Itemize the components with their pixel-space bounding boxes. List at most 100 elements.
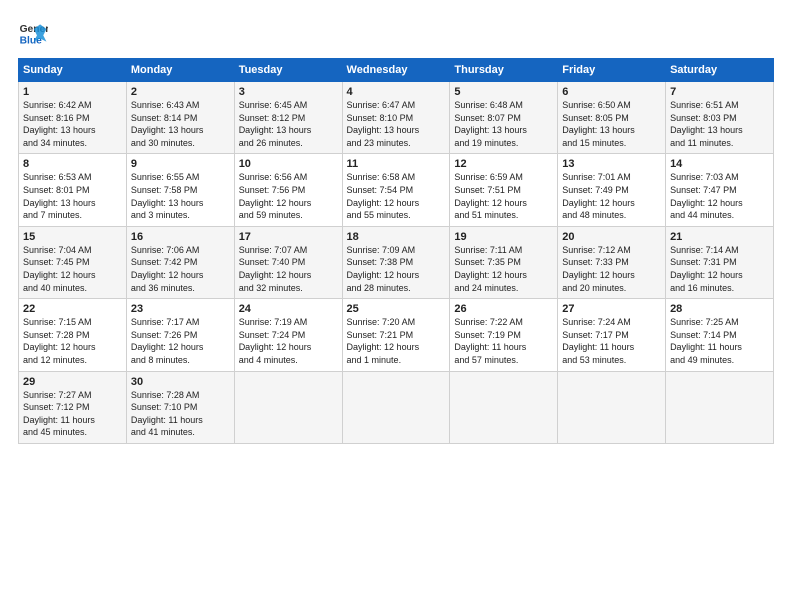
cell-1-3: 3 Sunrise: 6:45 AMSunset: 8:12 PMDaylight… xyxy=(234,82,342,154)
col-header-sunday: Sunday xyxy=(19,59,127,82)
cell-2-6: 13 Sunrise: 7:01 AMSunset: 7:49 PMDayligh… xyxy=(558,154,666,226)
cell-content: Sunrise: 7:15 AMSunset: 7:28 PMDaylight:… xyxy=(23,317,96,365)
cell-content: Sunrise: 7:01 AMSunset: 7:49 PMDaylight:… xyxy=(562,172,635,220)
day-number: 12 xyxy=(454,158,553,170)
col-header-saturday: Saturday xyxy=(666,59,774,82)
cell-2-5: 12 Sunrise: 6:59 AMSunset: 7:51 PMDayligh… xyxy=(450,154,558,226)
cell-content: Sunrise: 6:45 AMSunset: 8:12 PMDaylight:… xyxy=(239,100,312,148)
cell-1-2: 2 Sunrise: 6:43 AMSunset: 8:14 PMDaylight… xyxy=(126,82,234,154)
cell-content: Sunrise: 7:11 AMSunset: 7:35 PMDaylight:… xyxy=(454,245,527,293)
day-number: 26 xyxy=(454,303,553,315)
day-number: 6 xyxy=(562,86,661,98)
cell-4-5: 26 Sunrise: 7:22 AMSunset: 7:19 PMDayligh… xyxy=(450,299,558,371)
day-number: 8 xyxy=(23,158,122,170)
day-number: 21 xyxy=(670,231,769,243)
day-number: 28 xyxy=(670,303,769,315)
cell-5-2: 30 Sunrise: 7:28 AMSunset: 7:10 PMDayligh… xyxy=(126,371,234,443)
day-number: 25 xyxy=(347,303,446,315)
day-number: 24 xyxy=(239,303,338,315)
cell-content: Sunrise: 6:47 AMSunset: 8:10 PMDaylight:… xyxy=(347,100,420,148)
cell-content: Sunrise: 6:43 AMSunset: 8:14 PMDaylight:… xyxy=(131,100,204,148)
cell-5-3 xyxy=(234,371,342,443)
cell-3-4: 18Sunrise: 7:09 AMSunset: 7:38 PMDayligh… xyxy=(342,226,450,298)
cell-content: Sunrise: 7:20 AMSunset: 7:21 PMDaylight:… xyxy=(347,317,420,365)
day-number: 29 xyxy=(23,376,122,388)
cell-content: Sunrise: 7:17 AMSunset: 7:26 PMDaylight:… xyxy=(131,317,204,365)
cell-5-6 xyxy=(558,371,666,443)
cell-content: Sunrise: 6:48 AMSunset: 8:07 PMDaylight:… xyxy=(454,100,527,148)
cell-3-7: 21 Sunrise: 7:14 AMSunset: 7:31 PMDayligh… xyxy=(666,226,774,298)
day-number: 10 xyxy=(239,158,338,170)
cell-1-1: 1 Sunrise: 6:42 AMSunset: 8:16 PMDaylight… xyxy=(19,82,127,154)
cell-content: Sunrise: 6:59 AMSunset: 7:51 PMDaylight:… xyxy=(454,172,527,220)
cell-4-4: 25 Sunrise: 7:20 AMSunset: 7:21 PMDayligh… xyxy=(342,299,450,371)
cell-5-5 xyxy=(450,371,558,443)
cell-4-7: 28 Sunrise: 7:25 AMSunset: 7:14 PMDayligh… xyxy=(666,299,774,371)
day-number: 20 xyxy=(562,231,661,243)
header-row: SundayMondayTuesdayWednesdayThursdayFrid… xyxy=(19,59,774,82)
day-number: 11 xyxy=(347,158,446,170)
day-number: 13 xyxy=(562,158,661,170)
cell-2-3: 10 Sunrise: 6:56 AMSunset: 7:56 PMDayligh… xyxy=(234,154,342,226)
week-row-4: 22 Sunrise: 7:15 AMSunset: 7:28 PMDayligh… xyxy=(19,299,774,371)
day-number: 22 xyxy=(23,303,122,315)
day-number: 15 xyxy=(23,231,122,243)
day-number: 3 xyxy=(239,86,338,98)
cell-3-5: 19Sunrise: 7:11 AMSunset: 7:35 PMDayligh… xyxy=(450,226,558,298)
cell-5-4 xyxy=(342,371,450,443)
day-number: 7 xyxy=(670,86,769,98)
col-header-thursday: Thursday xyxy=(450,59,558,82)
cell-1-4: 4 Sunrise: 6:47 AMSunset: 8:10 PMDaylight… xyxy=(342,82,450,154)
cell-content: Sunrise: 7:03 AMSunset: 7:47 PMDaylight:… xyxy=(670,172,743,220)
cell-content: Sunrise: 7:25 AMSunset: 7:14 PMDaylight:… xyxy=(670,317,742,365)
cell-content: Sunrise: 6:55 AMSunset: 7:58 PMDaylight:… xyxy=(131,172,204,220)
col-header-wednesday: Wednesday xyxy=(342,59,450,82)
cell-3-2: 16 Sunrise: 7:06 AMSunset: 7:42 PMDayligh… xyxy=(126,226,234,298)
day-number: 4 xyxy=(347,86,446,98)
col-header-tuesday: Tuesday xyxy=(234,59,342,82)
cell-content: Sunrise: 6:53 AMSunset: 8:01 PMDaylight:… xyxy=(23,172,96,220)
cell-3-3: 17 Sunrise: 7:07 AMSunset: 7:40 PMDayligh… xyxy=(234,226,342,298)
logo: General Blue xyxy=(18,18,48,48)
cell-2-2: 9Sunrise: 6:55 AMSunset: 7:58 PMDaylight… xyxy=(126,154,234,226)
week-row-5: 29 Sunrise: 7:27 AMSunset: 7:12 PMDayligh… xyxy=(19,371,774,443)
cell-4-6: 27Sunrise: 7:24 AMSunset: 7:17 PMDayligh… xyxy=(558,299,666,371)
day-number: 30 xyxy=(131,376,230,388)
cell-content: Sunrise: 7:06 AMSunset: 7:42 PMDaylight:… xyxy=(131,245,204,293)
cell-1-6: 6Sunrise: 6:50 AMSunset: 8:05 PMDaylight… xyxy=(558,82,666,154)
calendar-table: SundayMondayTuesdayWednesdayThursdayFrid… xyxy=(18,58,774,444)
day-number: 16 xyxy=(131,231,230,243)
day-number: 1 xyxy=(23,86,122,98)
cell-content: Sunrise: 7:14 AMSunset: 7:31 PMDaylight:… xyxy=(670,245,743,293)
day-number: 17 xyxy=(239,231,338,243)
page-header: General Blue xyxy=(18,18,774,48)
week-row-3: 15Sunrise: 7:04 AMSunset: 7:45 PMDayligh… xyxy=(19,226,774,298)
cell-1-5: 5 Sunrise: 6:48 AMSunset: 8:07 PMDaylight… xyxy=(450,82,558,154)
cell-4-2: 23 Sunrise: 7:17 AMSunset: 7:26 PMDayligh… xyxy=(126,299,234,371)
cell-4-1: 22 Sunrise: 7:15 AMSunset: 7:28 PMDayligh… xyxy=(19,299,127,371)
cell-3-6: 20 Sunrise: 7:12 AMSunset: 7:33 PMDayligh… xyxy=(558,226,666,298)
cell-2-7: 14 Sunrise: 7:03 AMSunset: 7:47 PMDayligh… xyxy=(666,154,774,226)
day-number: 5 xyxy=(454,86,553,98)
cell-content: Sunrise: 7:07 AMSunset: 7:40 PMDaylight:… xyxy=(239,245,312,293)
col-header-monday: Monday xyxy=(126,59,234,82)
cell-5-1: 29 Sunrise: 7:27 AMSunset: 7:12 PMDayligh… xyxy=(19,371,127,443)
cell-4-3: 24Sunrise: 7:19 AMSunset: 7:24 PMDayligh… xyxy=(234,299,342,371)
cell-content: Sunrise: 7:22 AMSunset: 7:19 PMDaylight:… xyxy=(454,317,526,365)
cell-2-4: 11Sunrise: 6:58 AMSunset: 7:54 PMDayligh… xyxy=(342,154,450,226)
day-number: 2 xyxy=(131,86,230,98)
cell-content: Sunrise: 6:51 AMSunset: 8:03 PMDaylight:… xyxy=(670,100,743,148)
cell-content: Sunrise: 7:27 AMSunset: 7:12 PMDaylight:… xyxy=(23,390,95,438)
cell-content: Sunrise: 6:42 AMSunset: 8:16 PMDaylight:… xyxy=(23,100,96,148)
col-header-friday: Friday xyxy=(558,59,666,82)
cell-content: Sunrise: 7:28 AMSunset: 7:10 PMDaylight:… xyxy=(131,390,203,438)
day-number: 14 xyxy=(670,158,769,170)
cell-3-1: 15Sunrise: 7:04 AMSunset: 7:45 PMDayligh… xyxy=(19,226,127,298)
day-number: 27 xyxy=(562,303,661,315)
cell-content: Sunrise: 7:12 AMSunset: 7:33 PMDaylight:… xyxy=(562,245,635,293)
day-number: 23 xyxy=(131,303,230,315)
cell-1-7: 7 Sunrise: 6:51 AMSunset: 8:03 PMDaylight… xyxy=(666,82,774,154)
cell-5-7 xyxy=(666,371,774,443)
cell-content: Sunrise: 6:56 AMSunset: 7:56 PMDaylight:… xyxy=(239,172,312,220)
week-row-2: 8 Sunrise: 6:53 AMSunset: 8:01 PMDaylight… xyxy=(19,154,774,226)
